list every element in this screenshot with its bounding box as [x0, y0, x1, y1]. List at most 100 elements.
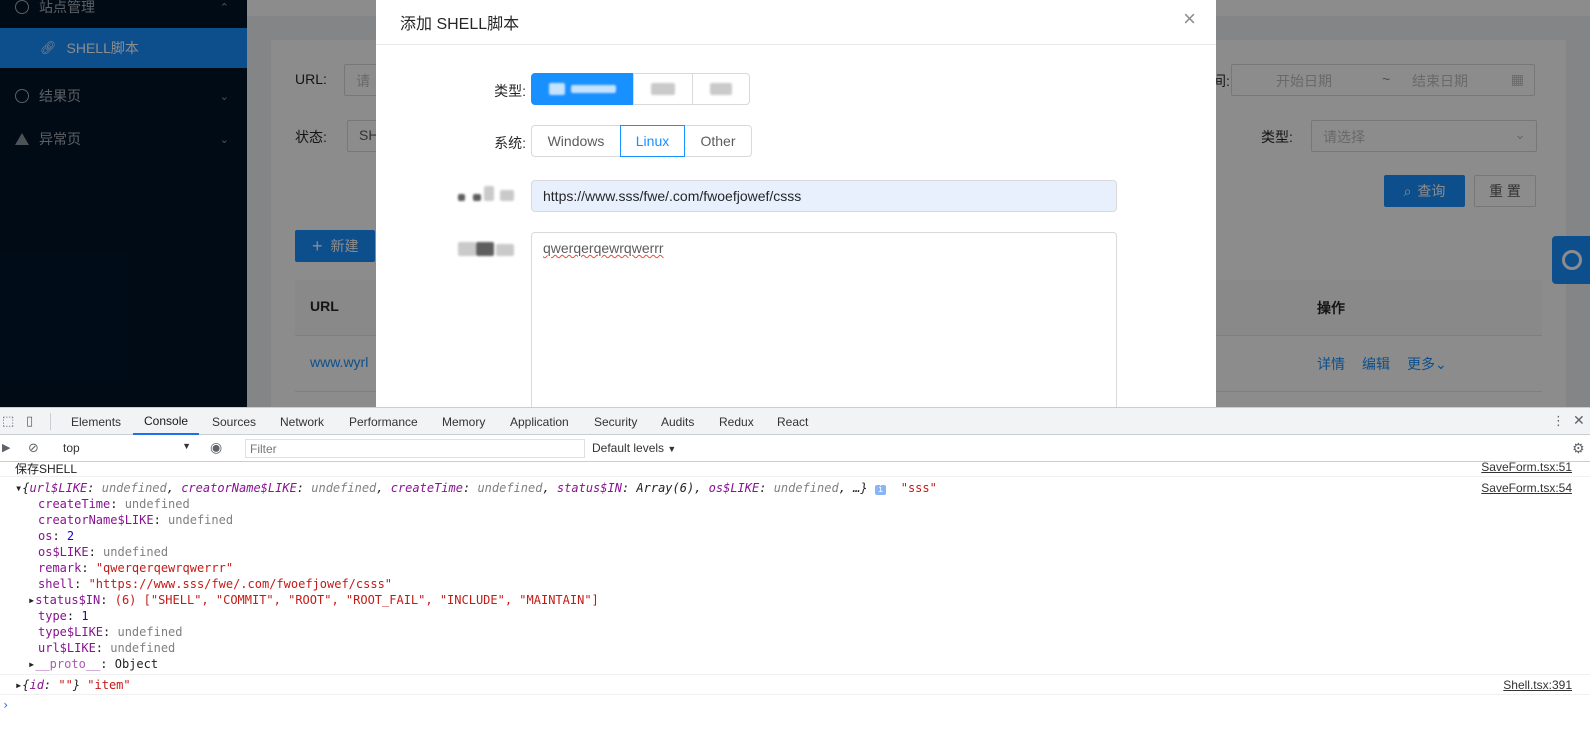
console-toolbar: ▶ ⊘ top ▼ ◉ Filter Default levels ▼ ⚙: [0, 435, 1590, 462]
sidebar-toggle-icon[interactable]: ▶: [2, 441, 10, 454]
type-option-1[interactable]: [531, 73, 634, 105]
tab-performance[interactable]: Performance: [349, 408, 418, 435]
prop-key: createTime: [38, 497, 111, 511]
object-property: shell: "https://www.sss/fwe/.com/fwoefjo…: [38, 577, 393, 591]
prop-value: 2: [66, 529, 75, 543]
type-option-2[interactable]: [633, 73, 693, 105]
tab-memory[interactable]: Memory: [442, 408, 485, 435]
tab-application[interactable]: Application: [510, 408, 569, 435]
object-property: os: 2: [38, 529, 75, 543]
redacted-text: [710, 83, 732, 95]
redacted-text: [651, 83, 675, 95]
prop-value: undefined: [168, 513, 234, 527]
console-prompt-icon[interactable]: ›: [2, 698, 1590, 712]
prop-key: type: [38, 609, 67, 623]
object-property: type$LIKE: undefined: [38, 625, 183, 639]
console-object-summary[interactable]: ▾{url$LIKE: undefined, creatorName$LIKE:…: [15, 481, 1590, 495]
object-property: type: 1: [38, 609, 89, 623]
object-property: os$LIKE: undefined: [38, 545, 169, 559]
redacted-text: [549, 83, 565, 95]
more-options-icon[interactable]: ⋮: [1552, 413, 1565, 429]
log-string-value: "item": [87, 678, 131, 692]
object-property: remark: "qwerqerqewrqwerrr": [38, 561, 234, 575]
tab-react[interactable]: React: [777, 408, 808, 435]
remark-field-label-redacted: [458, 240, 516, 258]
tab-console[interactable]: Console: [133, 408, 200, 435]
object-property[interactable]: ▸status$IN: (6) ["SHELL", "COMMIT", "ROO…: [28, 593, 1590, 607]
redacted-text: [496, 244, 514, 256]
prop-key: os$LIKE: [38, 545, 89, 559]
system-field-label: 系统:: [494, 135, 526, 151]
clear-console-icon[interactable]: ⊘: [28, 440, 39, 456]
prop-key: __proto__: [35, 657, 101, 671]
console-object-summary[interactable]: ▸{id: ""} "item": [15, 678, 1590, 692]
system-option-windows[interactable]: Windows: [531, 125, 621, 157]
log-levels-select[interactable]: Default levels ▼: [592, 441, 676, 455]
close-devtools-icon[interactable]: ✕: [1573, 412, 1585, 429]
object-property: createTime: undefined: [38, 497, 190, 511]
type-radio-group: [531, 73, 750, 105]
prop-value: "qwerqerqewrqwerrr": [95, 561, 234, 575]
divider: [0, 674, 1590, 675]
divider: [50, 413, 51, 430]
redacted-text: [458, 194, 465, 201]
tab-redux[interactable]: Redux: [719, 408, 754, 435]
system-radio-group: Windows Linux Other: [531, 125, 752, 157]
prop-key: remark: [38, 561, 82, 575]
app-window: 站点管理 ⌃ 🔗︎ SHELL脚本 结果页 ⌄ 异常页 ⌄ URL: 请 状态:…: [0, 0, 1590, 407]
object-property[interactable]: ▸__proto__: Object: [28, 657, 1590, 671]
prop-value: "https://www.sss/fwe/.com/fwoefjowef/css…: [88, 577, 393, 591]
prop-key: type$LIKE: [38, 625, 104, 639]
redacted-text: [476, 242, 494, 256]
url-field-label-redacted: [458, 186, 520, 202]
divider: [0, 476, 1590, 477]
tab-audits[interactable]: Audits: [661, 408, 694, 435]
device-toggle-icon[interactable]: ▯: [26, 413, 33, 429]
remark-text: qwerqerqewrqwerrr: [543, 240, 664, 256]
prop-key: url$LIKE: [38, 641, 96, 655]
shell-url-input[interactable]: https://www.sss/fwe/.com/fwoefjowef/csss: [531, 180, 1117, 212]
system-option-other[interactable]: Other: [684, 125, 752, 157]
prop-value: undefined: [124, 497, 190, 511]
log-levels-label: Default levels: [592, 441, 665, 455]
object-property: creatorName$LIKE: undefined: [38, 513, 234, 527]
type-field-label: 类型:: [494, 83, 526, 99]
tab-elements[interactable]: Elements: [71, 408, 121, 435]
prop-value: (6) ["SHELL", "COMMIT", "ROOT", "ROOT_FA…: [114, 593, 599, 607]
close-icon[interactable]: ×: [1183, 6, 1196, 32]
console-settings-gear-icon[interactable]: ⚙: [1572, 440, 1585, 457]
expand-arrow-icon: ▸: [15, 678, 23, 692]
devtools-tabbar: ⬚ ▯ Elements Console Sources Network Per…: [0, 408, 1590, 435]
prop-key: os: [38, 529, 53, 543]
add-shell-modal: 添加 SHELL脚本 × 类型: 系统: Windows Linux Other: [376, 0, 1216, 407]
inspect-icon[interactable]: ⬚: [2, 413, 14, 429]
dropdown-arrow-icon: ▼: [182, 441, 191, 451]
prop-value: undefined: [110, 641, 176, 655]
object-property: url$LIKE: undefined: [38, 641, 176, 655]
expand-arrow-icon: ▾: [15, 481, 23, 495]
eye-icon[interactable]: ◉: [210, 439, 222, 456]
context-select[interactable]: top ▼: [60, 439, 197, 458]
prop-value: 1: [81, 609, 89, 623]
context-value: top: [63, 441, 80, 455]
prop-key: status$IN: [35, 593, 101, 607]
source-link[interactable]: Shell.tsx:391: [1503, 678, 1572, 692]
source-link[interactable]: SaveForm.tsx:54: [1481, 481, 1572, 495]
console-filter-input[interactable]: Filter: [245, 439, 585, 458]
prop-value: Object: [114, 657, 159, 671]
tab-sources[interactable]: Sources: [212, 408, 256, 435]
remark-textarea[interactable]: qwerqerqewrqwerrr: [531, 232, 1117, 407]
redacted-text: [500, 190, 514, 201]
redacted-text: [571, 85, 616, 93]
source-link[interactable]: SaveForm.tsx:51: [1481, 460, 1572, 474]
modal-header: 添加 SHELL脚本 ×: [376, 0, 1216, 45]
redacted-text: [473, 194, 481, 201]
tab-network[interactable]: Network: [280, 408, 324, 435]
info-icon: i: [874, 485, 887, 495]
type-option-3[interactable]: [692, 73, 750, 105]
redacted-text: [458, 242, 476, 256]
tab-security[interactable]: Security: [594, 408, 637, 435]
prop-value: undefined: [103, 545, 169, 559]
system-option-linux[interactable]: Linux: [620, 125, 685, 157]
dropdown-arrow-icon: ▼: [667, 444, 677, 454]
